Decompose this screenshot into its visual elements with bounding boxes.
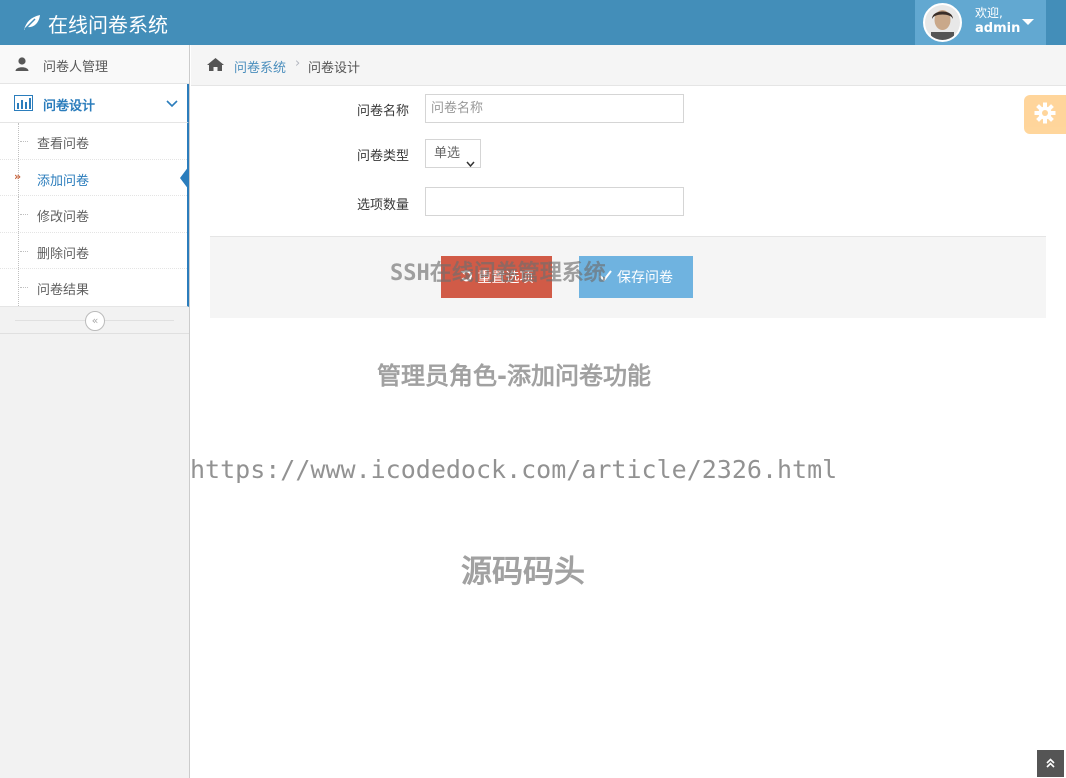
survey-name-input[interactable]	[425, 94, 684, 123]
brand-title: 在线问卷系统	[48, 13, 168, 37]
gear-icon	[1034, 102, 1056, 128]
sidebar-item-label: 问卷人管理	[43, 60, 109, 75]
welcome-text: 欢迎,	[975, 6, 1003, 20]
caret-down-icon	[1022, 19, 1034, 25]
user-menu[interactable]: 欢迎, admin	[915, 0, 1046, 45]
submenu-item-results[interactable]: 问卷结果	[0, 269, 187, 306]
breadcrumb: 问卷系统 › 问卷设计	[191, 45, 1066, 86]
active-indicator	[180, 165, 189, 190]
submenu-item-delete[interactable]: 删除问卷	[0, 232, 187, 270]
watermark-url: https://www.icodedock.com/article/2326.h…	[190, 455, 838, 484]
submenu-item-edit[interactable]: 修改问卷	[0, 196, 187, 233]
tree-line	[18, 232, 19, 269]
tree-line	[18, 196, 19, 232]
form-actions: 重置选项 保存问卷	[210, 236, 1046, 318]
avatar	[923, 3, 962, 42]
chevron-down-icon	[466, 150, 475, 177]
tree-dash	[20, 141, 28, 142]
sidebar-item-survey-design[interactable]: 问卷设计	[0, 84, 189, 123]
submenu-item-label: 查看问卷	[37, 137, 90, 152]
survey-type-label: 问卷类型	[357, 149, 410, 164]
submenu-item-label: 添加问卷	[37, 173, 90, 189]
submenu-item-label: 问卷结果	[37, 283, 90, 299]
leaf-icon	[22, 12, 48, 36]
watermark-site: 源码码头	[461, 554, 585, 590]
save-survey-label: 保存问卷	[617, 270, 673, 286]
survey-type-select[interactable]: 单选	[425, 139, 481, 168]
tree-line	[18, 123, 19, 159]
chevron-right-icon: ›	[295, 56, 301, 71]
watermark-title: SSH在线问卷管理系统	[390, 261, 606, 286]
survey-type-value: 单选	[434, 146, 461, 161]
settings-button[interactable]	[1024, 95, 1066, 134]
chevron-down-icon	[166, 97, 178, 112]
top-navbar: 在线问卷系统 欢迎, admin	[0, 0, 1066, 45]
submenu-item-view[interactable]: 查看问卷	[0, 123, 187, 160]
option-count-input[interactable]	[425, 187, 684, 216]
breadcrumb-link-root[interactable]: 问卷系统	[234, 57, 286, 76]
brand[interactable]: 在线问卷系统	[22, 9, 168, 38]
survey-name-label: 问卷名称	[357, 104, 410, 119]
collapse-sidebar-button[interactable]: «	[85, 310, 105, 331]
home-icon[interactable]	[206, 57, 225, 76]
submenu-item-label: 删除问卷	[37, 246, 90, 262]
sidebar: 问卷人管理 问卷设计 查看问卷 » 添加问卷 修改问卷 删除问卷 问卷结果 «	[0, 45, 190, 778]
option-count-label: 选项数量	[357, 198, 410, 213]
breadcrumb-current: 问卷设计	[308, 61, 361, 76]
double-angle-up-icon	[1046, 757, 1055, 771]
username: admin	[975, 21, 1021, 36]
watermark-subtitle: 管理员角色-添加问卷功能	[377, 362, 651, 390]
sidebar-item-label: 问卷设计	[43, 99, 96, 114]
submenu-item-add[interactable]: » 添加问卷	[0, 159, 189, 197]
sidebar-item-respondents[interactable]: 问卷人管理	[0, 45, 189, 84]
tree-line	[18, 269, 19, 306]
tree-dash	[20, 287, 28, 289]
bar-chart-icon	[14, 95, 33, 115]
user-icon	[14, 56, 30, 76]
user-greeting: 欢迎, admin	[975, 6, 1020, 36]
tree-dash	[20, 250, 28, 252]
submenu-item-label: 修改问卷	[37, 210, 90, 226]
tree-dash	[20, 214, 28, 216]
sidebar-collapse-row: «	[0, 307, 189, 334]
submenu: 查看问卷 » 添加问卷 修改问卷 删除问卷 问卷结果	[0, 123, 189, 307]
scroll-to-top-button[interactable]	[1037, 750, 1064, 777]
double-angle-right-icon: »	[14, 169, 22, 183]
